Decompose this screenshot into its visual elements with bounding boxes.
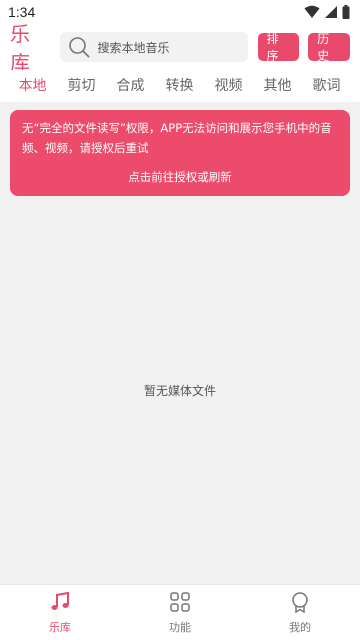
nav-item-library[interactable]: 乐库 <box>0 585 120 640</box>
tab-video[interactable]: 视频 <box>204 70 253 102</box>
wifi-icon <box>304 5 320 18</box>
grid-icon <box>170 592 190 612</box>
permission-banner[interactable]: 无“完全的文件读写”权限，APP无法访问和展示您手机中的音频、视频，请授权后重试… <box>10 110 350 196</box>
bottom-nav: 乐库 功能 我的 <box>0 584 360 640</box>
status-bar: 1:34 <box>0 0 360 24</box>
tab-cut[interactable]: 剪切 <box>57 70 106 102</box>
music-note-icon <box>51 591 69 610</box>
main-content: 无“完全的文件读写”权限，APP无法访问和展示您手机中的音频、视频，请授权后重试… <box>0 102 360 584</box>
search-placeholder: 搜索本地音乐 <box>97 40 170 55</box>
tab-convert[interactable]: 转换 <box>155 70 204 102</box>
category-tabs: 本地 剪切 合成 转换 视频 其他 歌词 <box>0 70 360 102</box>
signal-icon <box>325 6 337 18</box>
tab-other[interactable]: 其他 <box>253 70 302 102</box>
nav-label-me: 我的 <box>289 621 311 634</box>
nav-item-me[interactable]: 我的 <box>240 585 360 640</box>
nav-label-library: 乐库 <box>49 621 71 634</box>
authorize-link[interactable]: 点击前往授权或刷新 <box>22 169 338 185</box>
search-icon <box>68 37 89 58</box>
tab-local[interactable]: 本地 <box>8 70 57 102</box>
profile-badge-icon <box>292 592 308 613</box>
tab-lyrics[interactable]: 歌词 <box>302 70 351 102</box>
history-button[interactable]: 历史 <box>308 32 350 63</box>
permission-message: 无“完全的文件读写”权限，APP无法访问和展示您手机中的音频、视频，请授权后重试 <box>22 121 332 155</box>
tab-merge[interactable]: 合成 <box>106 70 155 102</box>
nav-item-features[interactable]: 功能 <box>120 585 240 640</box>
header: 乐库 搜索本地音乐 排序 历史 <box>0 22 360 75</box>
nav-label-features: 功能 <box>169 621 191 634</box>
brand-title: 乐库 <box>10 22 30 75</box>
battery-icon <box>342 5 350 19</box>
status-icons <box>304 5 350 19</box>
empty-state: 暂无媒体文件 <box>143 384 216 398</box>
search-input[interactable]: 搜索本地音乐 <box>59 32 248 62</box>
sort-button[interactable]: 排序 <box>257 32 300 63</box>
